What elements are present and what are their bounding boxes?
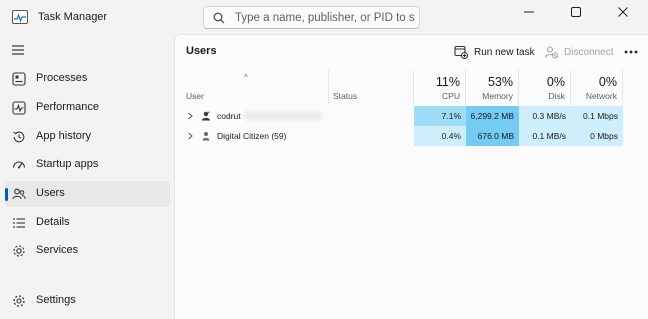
sidebar-item-users[interactable]: Users [5,181,170,207]
users-panel: Users Run new task Disconnect ^ User Sta… [174,34,648,319]
minimize-button[interactable] [506,0,552,24]
column-label-disk: Disk [548,91,565,101]
sidebar-item-label: Users [36,187,65,199]
task-manager-icon [12,10,28,24]
startup-apps-icon [12,161,26,169]
sidebar-item-services[interactable]: Services [5,238,170,264]
sidebar-item-label: Settings [36,294,76,306]
app-history-icon [13,131,25,143]
search-box[interactable] [203,6,420,29]
column-label-cpu: CPU [442,91,460,101]
sidebar-item-label: Details [36,216,70,228]
expand-chevron-icon[interactable] [187,112,194,120]
run-new-task-label: Run new task [474,46,535,58]
column-label-status: Status [333,91,358,101]
run-new-task-button[interactable]: Run new task [454,40,535,64]
sidebar-item-label: App history [36,130,92,142]
cpu-total-percent: 11% [435,75,460,89]
sidebar-item-startup-apps[interactable]: Startup apps [5,152,170,178]
cpu-cell: 7.1% [414,106,466,126]
network-cell: 0.1 Mbps [571,106,623,126]
cpu-cell: 0.4% [414,126,466,146]
sidebar-item-app-history[interactable]: App history [5,124,170,150]
more-options-icon[interactable] [623,44,639,60]
minimize-icon [524,11,534,13]
sidebar-item-settings[interactable]: Settings [5,288,170,314]
user-name: codrut [217,111,241,121]
user-name: Digital Citizen (59) [217,131,287,141]
column-label-memory: Memory [482,91,513,101]
disconnect-label: Disconnect [564,46,614,58]
status-cell [329,126,414,146]
details-icon [13,218,25,228]
sidebar-item-label: Performance [36,101,99,113]
disk-cell: 0.3 MB/s [519,106,571,126]
memory-total-percent: 53% [487,75,513,89]
users-icon [12,188,26,200]
maximize-icon [571,7,581,17]
title-bar: Task Manager [0,0,648,36]
network-cell: 0 Mbps [571,126,623,146]
status-cell [329,106,414,126]
page-title: Users [186,45,217,57]
memory-cell: 676.0 MB [466,126,519,146]
disconnect-button[interactable]: Disconnect [544,40,613,64]
user-icon [202,132,210,141]
performance-icon [12,101,26,115]
memory-cell: 6,299.2 MB [466,106,519,126]
column-header-user[interactable]: ^ User [175,70,329,105]
table-row[interactable]: codrut 7.1% 6,299.2 MB 0.3 MB/s 0.1 Mbps [175,106,623,126]
search-input[interactable] [235,10,415,26]
sidebar-item-processes[interactable]: Processes [5,66,170,92]
column-header-disk[interactable]: 0% Disk [519,70,571,105]
close-icon [618,7,628,17]
close-button[interactable] [600,0,646,24]
column-label-user: User [186,91,204,101]
sidebar-item-label: Startup apps [36,158,99,170]
expand-chevron-icon[interactable] [187,132,194,140]
services-icon [13,245,25,257]
sidebar-item-performance[interactable]: Performance [5,95,170,121]
column-header-memory[interactable]: 53% Memory [466,70,519,105]
sidebar-item-details[interactable]: Details [5,210,170,236]
column-label-network: Network [585,91,617,101]
column-header-network[interactable]: 0% Network [571,70,623,105]
disk-total-percent: 0% [546,75,565,89]
table-row[interactable]: Digital Citizen (59) 0.4% 676.0 MB 0.1 M… [175,126,623,146]
sidebar-item-label: Services [36,244,79,256]
app-title: Task Manager [38,11,108,23]
active-indicator [5,188,8,201]
column-header-status[interactable]: Status [329,70,414,105]
sidebar-item-label: Processes [36,72,88,84]
column-header-cpu[interactable]: 11% CPU [414,70,466,105]
sort-ascending-icon: ^ [244,73,248,82]
disconnect-icon [544,46,558,59]
processes-icon [12,72,26,86]
sidebar: Processes Performance App history Startu… [0,36,174,319]
maximize-button[interactable] [553,0,599,24]
network-total-percent: 0% [598,75,617,89]
run-new-task-icon [454,45,468,59]
redacted-user-suffix [243,111,323,121]
user-avatar-icon [202,111,210,121]
disk-cell: 0.1 MB/s [519,126,571,146]
settings-icon [13,295,25,307]
search-icon [213,12,225,24]
